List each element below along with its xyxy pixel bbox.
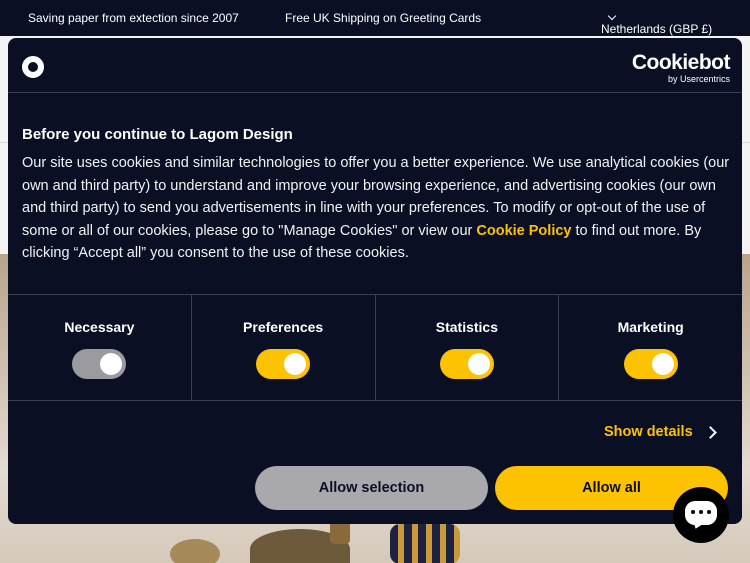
allow-selection-button[interactable]: Allow selection <box>255 466 488 510</box>
show-details-link[interactable]: Show details <box>604 424 693 440</box>
region-label: Netherlands (GBP £) <box>601 22 713 36</box>
category-label: Preferences <box>243 319 324 335</box>
region-selector[interactable]: Netherlands (GBP £) <box>601 11 712 36</box>
category-statistics: Statistics <box>376 295 560 400</box>
dialog-title: Before you continue to Lagom Design <box>22 126 293 143</box>
category-preferences: Preferences <box>192 295 376 400</box>
marketing-toggle[interactable] <box>623 349 678 379</box>
cookiebot-brand: Cookiebot by Usercentrics <box>628 51 731 85</box>
announcement-bar: Saving paper from extection since 2007 F… <box>0 0 750 36</box>
chevron-down-icon <box>607 11 617 21</box>
cookie-policy-link[interactable]: Cookie Policy <box>476 223 571 239</box>
brand-name: Cookiebot <box>631 51 731 74</box>
hero-bowl <box>170 539 220 563</box>
announcement-shipping: Free UK Shipping on Greeting Cards <box>285 11 482 25</box>
toggle-knob <box>651 353 674 375</box>
necessary-toggle <box>72 349 127 379</box>
cookie-consent-dialog: Cookiebot by Usercentrics Before you con… <box>8 38 742 524</box>
hero-jar <box>390 524 460 563</box>
divider <box>8 92 742 93</box>
category-label: Necessary <box>64 319 135 335</box>
chat-launcher-button[interactable] <box>673 487 729 543</box>
category-necessary: Necessary <box>8 295 192 400</box>
consent-categories: Necessary Preferences Statistics Marketi… <box>8 295 742 400</box>
category-marketing: Marketing <box>559 295 742 400</box>
toggle-knob <box>100 353 123 375</box>
dialog-body: Our site uses cookies and similar techno… <box>22 152 732 265</box>
announcement-left: Saving paper from extection since 2007 <box>28 11 239 25</box>
toggle-knob <box>284 353 307 375</box>
brand-sub: by Usercentrics <box>667 74 730 84</box>
category-label: Statistics <box>435 319 498 335</box>
statistics-toggle[interactable] <box>439 349 494 379</box>
chat-dots <box>691 510 711 515</box>
toggle-knob <box>467 353 490 375</box>
category-label: Marketing <box>617 319 684 335</box>
preferences-toggle[interactable] <box>256 349 311 379</box>
divider <box>8 400 742 401</box>
cookiebot-logo-icon <box>22 56 44 78</box>
chevron-right-icon[interactable] <box>704 426 717 439</box>
